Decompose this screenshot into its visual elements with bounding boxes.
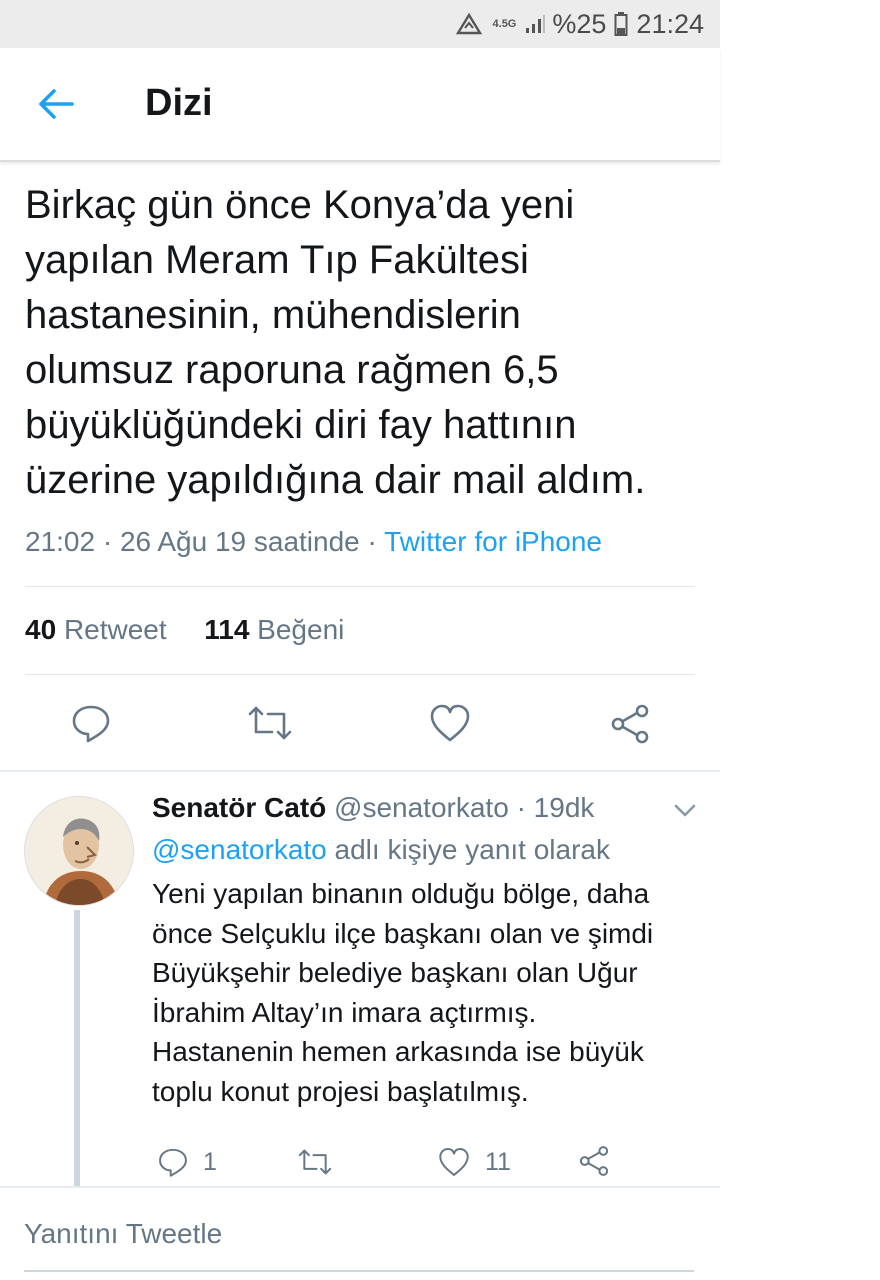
retweet-icon [248, 706, 292, 740]
avatar[interactable] [24, 796, 134, 906]
retweet-count: 40 [25, 614, 57, 645]
replying-to-mention[interactable]: @senatorkato [152, 834, 327, 865]
reply-button[interactable] [70, 702, 112, 744]
chevron-down-icon [674, 804, 696, 817]
share-icon [579, 1146, 609, 1176]
reply-like-count: 11 [485, 1147, 511, 1176]
tweet-menu-button[interactable] [672, 800, 698, 820]
composer-underline [24, 1270, 694, 1272]
signal-icon [524, 13, 546, 35]
retweet-button[interactable] [246, 702, 294, 744]
replying-to: @senatorkato adlı kişiye yanıt olarak [152, 834, 610, 866]
retweets-stat[interactable]: 40 Retweet [25, 614, 167, 645]
retweet-label: Retweet [63, 614, 167, 645]
meta-separator: · [516, 792, 526, 823]
share-icon [611, 704, 649, 744]
reply-composer-input[interactable]: Yanıtını Tweetle [24, 1218, 222, 1250]
section-separator [0, 770, 720, 772]
reply-icon [72, 705, 110, 743]
like-icon [430, 704, 470, 742]
back-arrow-icon [39, 89, 74, 119]
tweet-meta: 21:02 · 26 Ağu 19 saatinde · Twitter for… [25, 526, 602, 558]
reply-reply-button[interactable]: 1 [157, 1146, 217, 1178]
reply-author-handle[interactable]: @senatorkato [334, 792, 509, 823]
share-button[interactable] [608, 702, 652, 746]
reply-retweet-button[interactable] [296, 1146, 334, 1178]
divider [25, 586, 695, 587]
tweet-stats: 40 Retweet 114 Beğeni [25, 614, 344, 646]
avatar-portrait-icon [25, 797, 133, 905]
replying-to-label: adlı kişiye yanıt olarak [334, 834, 610, 865]
reply-header: Senatör Cató @senatorkato · 19dk [152, 792, 594, 824]
data-saver-icon [455, 12, 483, 36]
retweet-icon [298, 1149, 332, 1175]
section-separator [0, 1186, 720, 1188]
like-count: 114 [204, 614, 250, 645]
tweet-source-link[interactable]: Twitter for iPhone [384, 526, 602, 557]
back-button[interactable] [36, 84, 76, 124]
network-type: 4.5G [492, 17, 517, 30]
reply-share-button[interactable] [577, 1144, 611, 1178]
likes-stat[interactable]: 114 Beğeni [204, 614, 344, 645]
reply-reply-count: 1 [203, 1147, 217, 1176]
reply-icon [159, 1148, 187, 1177]
meta-separator: · [367, 526, 377, 557]
meta-separator: · [102, 526, 113, 557]
like-icon [439, 1148, 469, 1176]
tweet-date: 26 Ağu 19 saatinde [119, 526, 360, 557]
divider [25, 674, 695, 675]
battery-percentage: %25 [552, 8, 607, 39]
clock: 21:24 [636, 8, 704, 39]
status-bar: 4.5G %25 21:24 [0, 0, 720, 48]
page-title: Dizi [145, 82, 213, 124]
battery-icon [614, 11, 628, 37]
like-button[interactable] [428, 702, 472, 744]
like-label: Beğeni [257, 614, 345, 645]
reply-like-button[interactable]: 11 [437, 1146, 511, 1178]
thread-connector-line [74, 910, 80, 1188]
reply-author-name[interactable]: Senatör Cató [152, 792, 326, 823]
tweet-text: Birkaç gün önce Konya’da yeni yapılan Me… [25, 183, 646, 502]
tweet-time: 21:02 [25, 526, 96, 557]
tweet-thread-screen: 4.5G %25 21:24 Dizi Birkaç gün önce Kony… [0, 0, 720, 1280]
app-bar: Dizi [0, 48, 720, 162]
reply-age: 19dk [533, 792, 595, 823]
reply-text: Yeni yapılan binanın olduğu bölge, daha … [152, 878, 654, 1107]
